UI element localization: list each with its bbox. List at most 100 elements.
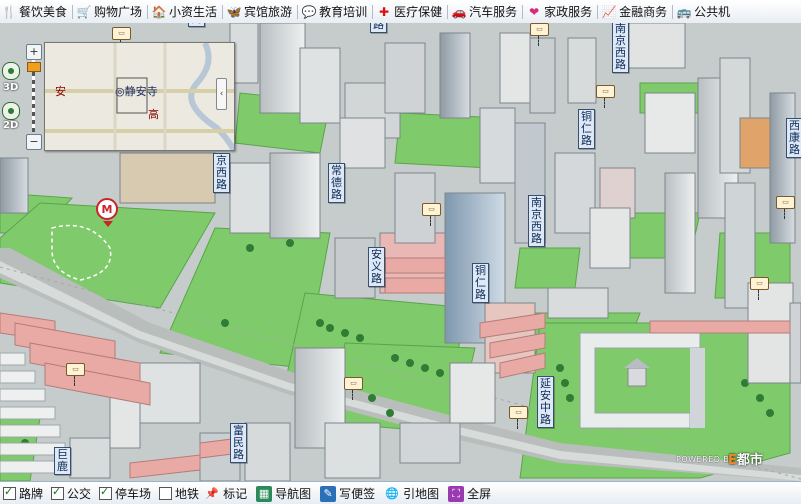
tool-label: 全屏: [467, 487, 492, 501]
pin-icon: 📌: [205, 487, 219, 500]
checkbox-bus[interactable]: [51, 485, 65, 500]
category-auto[interactable]: 🚗 汽车服务: [450, 0, 520, 23]
tool-label: 引地图: [403, 487, 440, 501]
category-label: 宾馆旅游: [244, 5, 293, 19]
minimap-right-label: 高: [148, 108, 159, 121]
bus-stop-marker[interactable]: ▭: [422, 203, 441, 226]
shopping-cart-icon: 🛒: [76, 4, 92, 19]
chart-icon: 📈: [601, 4, 617, 19]
category-public[interactable]: 🚌 公共机: [675, 0, 733, 23]
toggle-label: 停车场: [115, 487, 152, 501]
fullscreen-icon: ⛶: [448, 485, 465, 502]
tool-link-map[interactable]: 🌐 引地图: [384, 485, 439, 502]
separator: [447, 4, 449, 19]
road-label-right-edge: 西康路: [786, 118, 801, 158]
tool-memo[interactable]: ✎ 写便签: [320, 485, 375, 502]
separator: [297, 4, 299, 19]
category-education[interactable]: 💬 教育培训: [300, 0, 370, 23]
category-medical[interactable]: ✚ 医疗保健: [375, 0, 445, 23]
speech-bubble-icon: 💬: [301, 4, 317, 19]
memo-icon: ✎: [320, 485, 337, 502]
category-lifestyle[interactable]: 🏠 小资生活: [150, 0, 220, 23]
butterfly-icon: 🦋: [226, 4, 242, 19]
toggle-label: 路牌: [19, 487, 44, 501]
bus-icon: 🚌: [676, 4, 692, 19]
powered-by-text: POWERED BY: [676, 455, 735, 464]
toggle-bus[interactable]: 公交: [51, 485, 91, 502]
separator: [522, 4, 524, 19]
mode-2d-label: 2D: [3, 120, 19, 131]
category-finance[interactable]: 📈 金融商务: [600, 0, 670, 23]
category-label: 小资生活: [169, 5, 218, 19]
bus-stop-marker[interactable]: ▭: [344, 377, 363, 400]
category-dining[interactable]: 🍴 餐饮美食: [0, 0, 70, 23]
tool-label: 导航图: [275, 487, 312, 501]
category-label: 购物广场: [94, 5, 143, 19]
zoom-in-button[interactable]: +: [26, 44, 42, 60]
separator: [72, 4, 74, 19]
map-navigation: + − 3D 2D: [0, 42, 44, 152]
category-label: 汽车服务: [469, 5, 518, 19]
checkbox-road-signs[interactable]: [3, 485, 16, 500]
road-label-top-center: 路: [370, 23, 387, 33]
separator: [672, 4, 674, 19]
mode-2d-button[interactable]: [2, 102, 20, 120]
bus-stop-marker[interactable]: ▭: [530, 23, 549, 46]
bus-stop-marker[interactable]: ▭: [596, 85, 615, 108]
separator: [597, 4, 599, 19]
bottom-toolbar: 路牌 公交 停车场 地铁 📌 标记 ▦导航图 ✎写便签 🌐 引地图 ⛶全屏: [0, 481, 801, 504]
map-app: 🍴 餐饮美食 🛒 购物广场 🏠 小资生活 🦋 宾馆旅游 💬 教育培训 ✚ 医疗保健 🚗 汽车服…: [0, 0, 801, 504]
road-label-anyi: 安义路: [368, 247, 385, 287]
navigator-icon: ▦: [256, 485, 273, 502]
category-hotel-travel[interactable]: 🦋 宾馆旅游: [225, 0, 295, 23]
bus-stop-marker[interactable]: ▭: [776, 196, 795, 219]
separator: [372, 4, 374, 19]
separator: [147, 4, 149, 19]
separator: [222, 4, 224, 19]
zoom-out-button[interactable]: −: [26, 134, 42, 150]
toggle-label: 公交: [67, 487, 92, 501]
bus-stop-marker[interactable]: ▭: [750, 277, 769, 300]
tool-label: 标记: [223, 487, 248, 501]
heart-icon: ❤: [529, 4, 540, 19]
zoom-slider-thumb[interactable]: [27, 62, 41, 72]
brand-logo: E都市: [728, 449, 763, 468]
minimap-left-label: 安: [55, 85, 66, 98]
category-label: 教育培训: [319, 5, 368, 19]
overview-minimap[interactable]: ◎静安寺 安 高: [44, 42, 235, 151]
checkbox-parking[interactable]: [99, 485, 113, 500]
tool-navigator[interactable]: ▦ 导航图: [256, 485, 311, 502]
toggle-parking[interactable]: 停车场: [99, 485, 151, 502]
metro-station-marker[interactable]: M: [96, 198, 118, 227]
road-label-changde: 常德路: [328, 163, 345, 203]
mode-3d-button[interactable]: [2, 62, 20, 80]
road-label-tongren-top: 铜仁路: [578, 109, 595, 149]
checkbox-metro[interactable]: [159, 487, 173, 500]
brand-name: 都市: [736, 453, 763, 468]
road-label-nanjing-xi-mid: 南京西路: [528, 195, 545, 247]
road-label-yanan-zhong: 延安中路: [537, 376, 554, 428]
road-label-nanjing-xi-top: 南京西路: [612, 23, 629, 73]
road-label-top-left-fragment: 南: [188, 23, 205, 27]
house-icon: 🏠: [151, 4, 167, 19]
category-label: 公共机: [694, 5, 731, 19]
category-label: 金融商务: [619, 5, 668, 19]
toggle-road-signs[interactable]: 路牌: [3, 485, 43, 502]
car-icon: 🚗: [451, 4, 467, 19]
bus-stop-marker[interactable]: ▭: [66, 363, 85, 386]
bus-stop-marker[interactable]: ▭: [112, 27, 131, 50]
toggle-metro[interactable]: 地铁: [159, 485, 199, 502]
category-shopping[interactable]: 🛒 购物广场: [75, 0, 145, 23]
tool-label: 写便签: [339, 487, 376, 501]
minimap-place-label: ◎静安寺: [115, 85, 158, 98]
bus-stop-marker[interactable]: ▭: [509, 406, 528, 429]
road-label-jing-xi: 京西路: [213, 153, 230, 193]
toggle-label: 地铁: [175, 487, 200, 501]
fork-knife-icon: 🍴: [1, 4, 17, 19]
category-housekeeping[interactable]: ❤ 家政服务: [525, 0, 595, 23]
minimap-collapse-button[interactable]: ‹: [216, 78, 227, 110]
category-label: 餐饮美食: [19, 5, 68, 19]
tool-fullscreen[interactable]: ⛶ 全屏: [448, 485, 491, 502]
tool-mark[interactable]: 📌 标记: [204, 485, 247, 502]
road-label-julu: 巨鹿: [54, 447, 71, 475]
